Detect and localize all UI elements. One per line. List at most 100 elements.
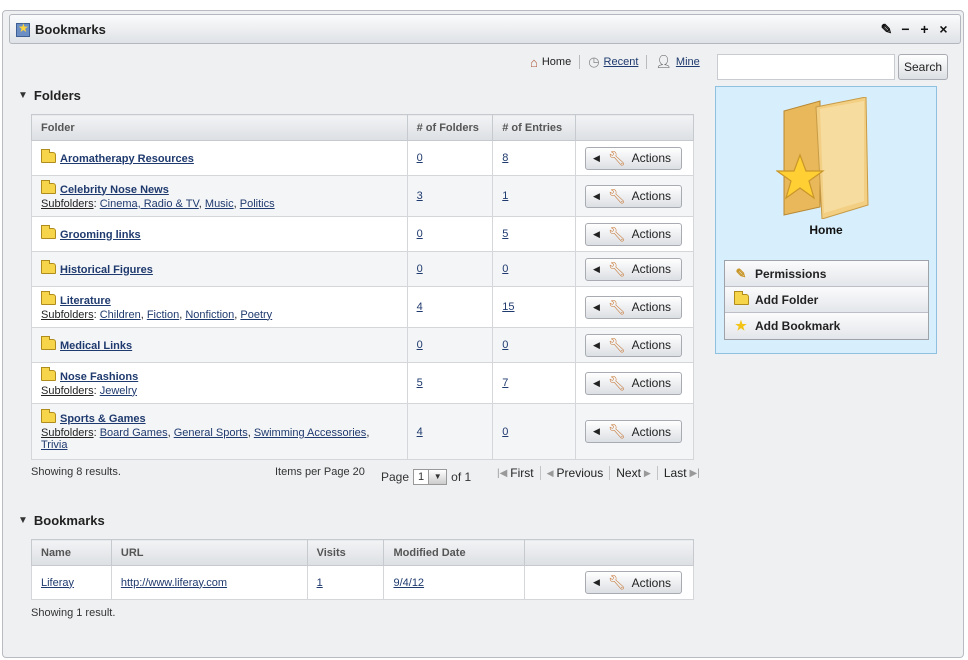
subfolder-link[interactable]: Fiction (147, 309, 179, 321)
nav-recent-label[interactable]: Recent (604, 56, 639, 68)
subfolder-link[interactable]: Board Games (100, 427, 168, 439)
actions-button[interactable]: ◀ 🔧︎ Actions (584, 257, 682, 281)
folder-name-link[interactable]: Nose Fashions (60, 371, 138, 383)
close-icon[interactable]: × (937, 21, 950, 38)
folder-title: Home (809, 223, 843, 237)
entry-count-link[interactable]: 1 (502, 190, 508, 202)
column-header-num-entries[interactable]: # of Entries (492, 114, 576, 141)
entry-count-link[interactable]: 0 (502, 426, 508, 438)
subfolder-link[interactable]: Cinema, Radio & TV (100, 198, 199, 210)
subfolder-link[interactable]: Poetry (240, 309, 272, 321)
actions-label: Actions (631, 575, 671, 590)
folder-name-line: Medical Links (41, 335, 398, 352)
folder-name-link[interactable]: Sports & Games (60, 413, 146, 425)
window-controls: ✎ − + × (880, 21, 950, 38)
collapse-triangle-icon[interactable]: ▼ (18, 90, 28, 101)
add-bookmark-menu-item[interactable]: ★ Add Bookmark (725, 313, 928, 339)
add-folder-menu-item[interactable]: Add Folder (725, 287, 928, 313)
nav-divider (579, 55, 581, 69)
chevron-down-icon[interactable]: ▼ (428, 470, 447, 484)
subfolder-link[interactable]: General Sports (174, 427, 248, 439)
actions-button[interactable]: ◀ 🔧︎ Actions (584, 420, 682, 443)
folder-count-link[interactable]: 4 (417, 426, 423, 438)
folder-name-link[interactable]: Literature (60, 295, 111, 307)
page-select[interactable]: 1 ▼ (413, 469, 448, 485)
add-folder-icon (733, 291, 749, 307)
entry-count-link[interactable]: 0 (502, 263, 508, 275)
bookmarks-table: Name URL Visits Modified Date Liferay ht… (31, 539, 694, 600)
entry-count-link[interactable]: 15 (502, 301, 514, 313)
folder-count-link[interactable]: 5 (417, 377, 423, 389)
bookmark-visits-link[interactable]: 1 (317, 577, 323, 589)
minimize-icon[interactable]: − (899, 21, 912, 38)
actions-label: Actions (631, 338, 671, 352)
permissions-menu-item[interactable]: ✎ Permissions (725, 261, 928, 287)
actions-button[interactable]: ◀ 🔧︎ Actions (584, 184, 682, 208)
actions-button[interactable]: ◀ 🔧︎ Actions (584, 146, 682, 170)
folder-count-link[interactable]: 3 (417, 190, 423, 202)
entry-count-link[interactable]: 8 (502, 152, 508, 164)
wrench-icon[interactable]: ✎ (880, 21, 893, 38)
folder-name-link[interactable]: Medical Links (60, 340, 132, 352)
folder-name-link[interactable]: Grooming links (60, 229, 141, 241)
entry-count-link[interactable]: 5 (502, 228, 508, 240)
wrench-icon: 🔧︎ (607, 149, 626, 166)
collapse-triangle-icon[interactable]: ▼ (18, 515, 28, 526)
actions-label: Actions (631, 227, 671, 241)
bookmarks-portlet-icon (16, 21, 30, 37)
column-header-name[interactable]: Name (31, 539, 112, 566)
bookmark-url-link[interactable]: http://www.liferay.com (121, 577, 227, 589)
folder-name-link[interactable]: Aromatherapy Resources (60, 153, 194, 165)
subfolder-link[interactable]: Swimming Accessories (254, 427, 366, 439)
folder-name-link[interactable]: Celebrity Nose News (60, 184, 169, 196)
nav-mine[interactable]: 👤︎ Mine (655, 54, 699, 70)
folder-actions-menu: ✎ Permissions Add Folder ★ Add Bookmark (724, 260, 929, 340)
folder-count-link[interactable]: 0 (417, 152, 423, 164)
subfolder-link[interactable]: Children (100, 309, 141, 321)
column-header-url[interactable]: URL (110, 539, 308, 566)
bookmark-modified-link[interactable]: 9/4/12 (393, 577, 424, 589)
subfolder-link[interactable]: Music (205, 198, 234, 210)
folder-count-link[interactable]: 0 (417, 263, 423, 275)
next-button[interactable]: Next (616, 466, 641, 480)
actions-button[interactable]: ◀ 🔧︎ Actions (584, 333, 682, 357)
subfolder-link[interactable]: Trivia (41, 439, 67, 451)
nav-home[interactable]: ⌂ Home (530, 55, 571, 70)
folder-count-link[interactable]: 4 (417, 301, 423, 313)
items-per-page[interactable]: Items per Page 20 (275, 466, 365, 478)
folders-section-header[interactable]: ▼ Folders (18, 88, 81, 103)
folder-icon (41, 179, 56, 194)
subfolder-link[interactable]: Jewelry (100, 385, 137, 397)
actions-button[interactable]: ◀ 🔧︎ Actions (584, 371, 682, 395)
folder-count-link[interactable]: 0 (417, 228, 423, 240)
search-button[interactable]: Search (898, 54, 948, 80)
first-button[interactable]: First (510, 466, 533, 480)
subfolder-link[interactable]: Nonfiction (185, 309, 234, 321)
search-input[interactable] (717, 54, 895, 80)
actions-button[interactable]: ◀ 🔧︎ Actions (584, 222, 682, 246)
actions-button[interactable]: ◀ 🔧︎ Actions (584, 295, 682, 319)
bookmark-name-link[interactable]: Liferay (41, 577, 74, 589)
last-button[interactable]: Last (664, 466, 687, 480)
previous-button[interactable]: Previous (557, 466, 604, 480)
column-header-num-folders[interactable]: # of Folders (406, 114, 494, 141)
nav-home-label[interactable]: Home (542, 56, 571, 68)
entry-count-link[interactable]: 7 (502, 377, 508, 389)
folders-results-count: Showing 8 results. (31, 466, 121, 478)
entry-count-link[interactable]: 0 (502, 339, 508, 351)
bookmarks-results-count: Showing 1 result. (31, 607, 116, 619)
maximize-icon[interactable]: + (918, 21, 931, 38)
wrench-icon: 🔧︎ (607, 423, 626, 439)
column-header-modified-date[interactable]: Modified Date (383, 539, 526, 566)
column-header-visits[interactable]: Visits (306, 539, 385, 566)
bookmarks-section-header[interactable]: ▼ Bookmarks (18, 513, 105, 528)
subfolder-link[interactable]: Politics (240, 198, 275, 210)
nav-mine-label[interactable]: Mine (676, 56, 700, 68)
previous-page-icon: ◀ (546, 467, 554, 478)
folder-count-link[interactable]: 0 (417, 339, 423, 351)
column-header-folder[interactable]: Folder (31, 114, 408, 141)
nav-recent[interactable]: ◷ Recent (588, 54, 638, 70)
actions-button[interactable]: ◀ 🔧︎ Actions (584, 571, 682, 594)
folder-name-link[interactable]: Historical Figures (60, 264, 153, 276)
table-row: Nose Fashions Subfolders: Jewelry 5 7 ◀ 🔧︎ Act… (31, 362, 695, 404)
